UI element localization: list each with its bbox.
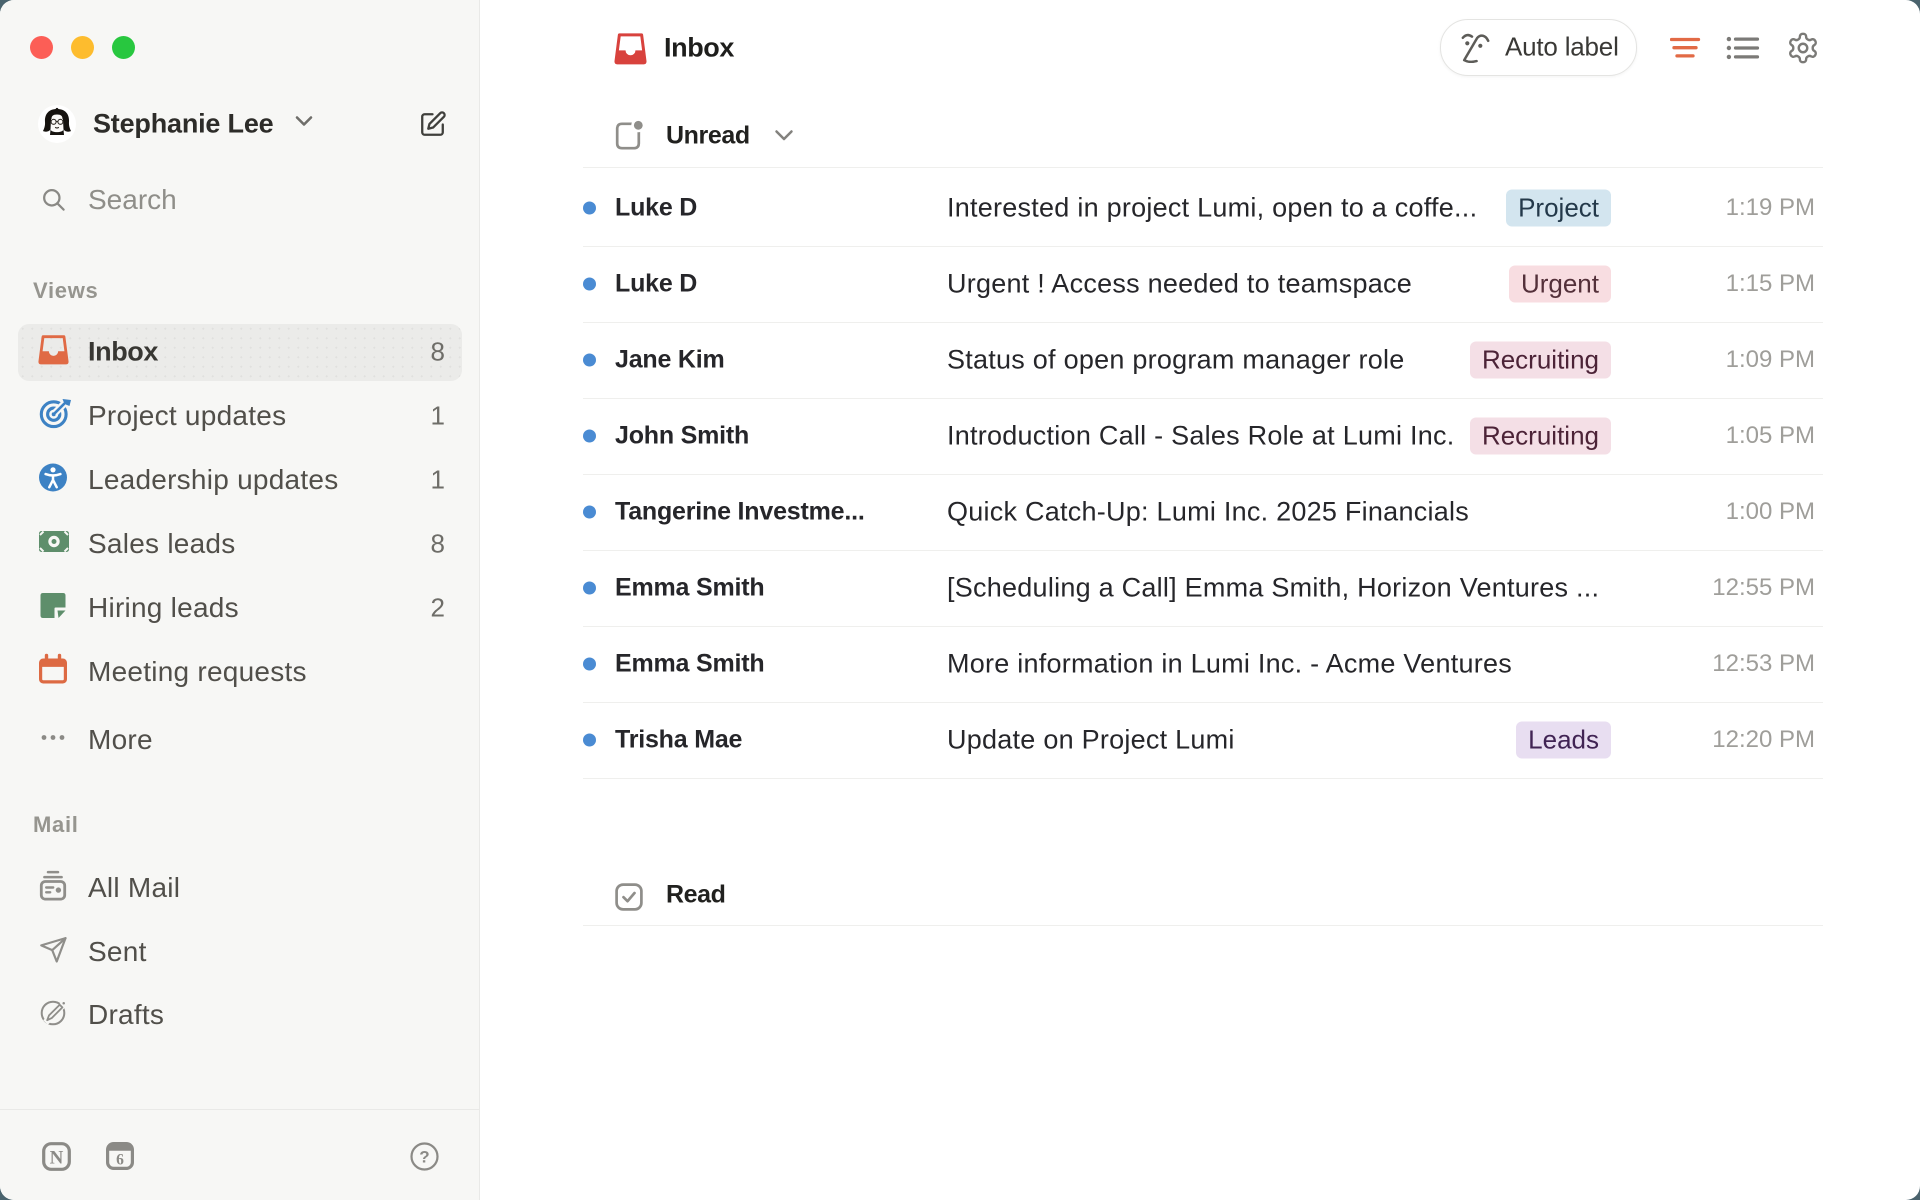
svg-text:?: ?: [419, 1148, 429, 1167]
svg-text:6: 6: [116, 1152, 124, 1169]
svg-text:N: N: [50, 1148, 64, 1169]
